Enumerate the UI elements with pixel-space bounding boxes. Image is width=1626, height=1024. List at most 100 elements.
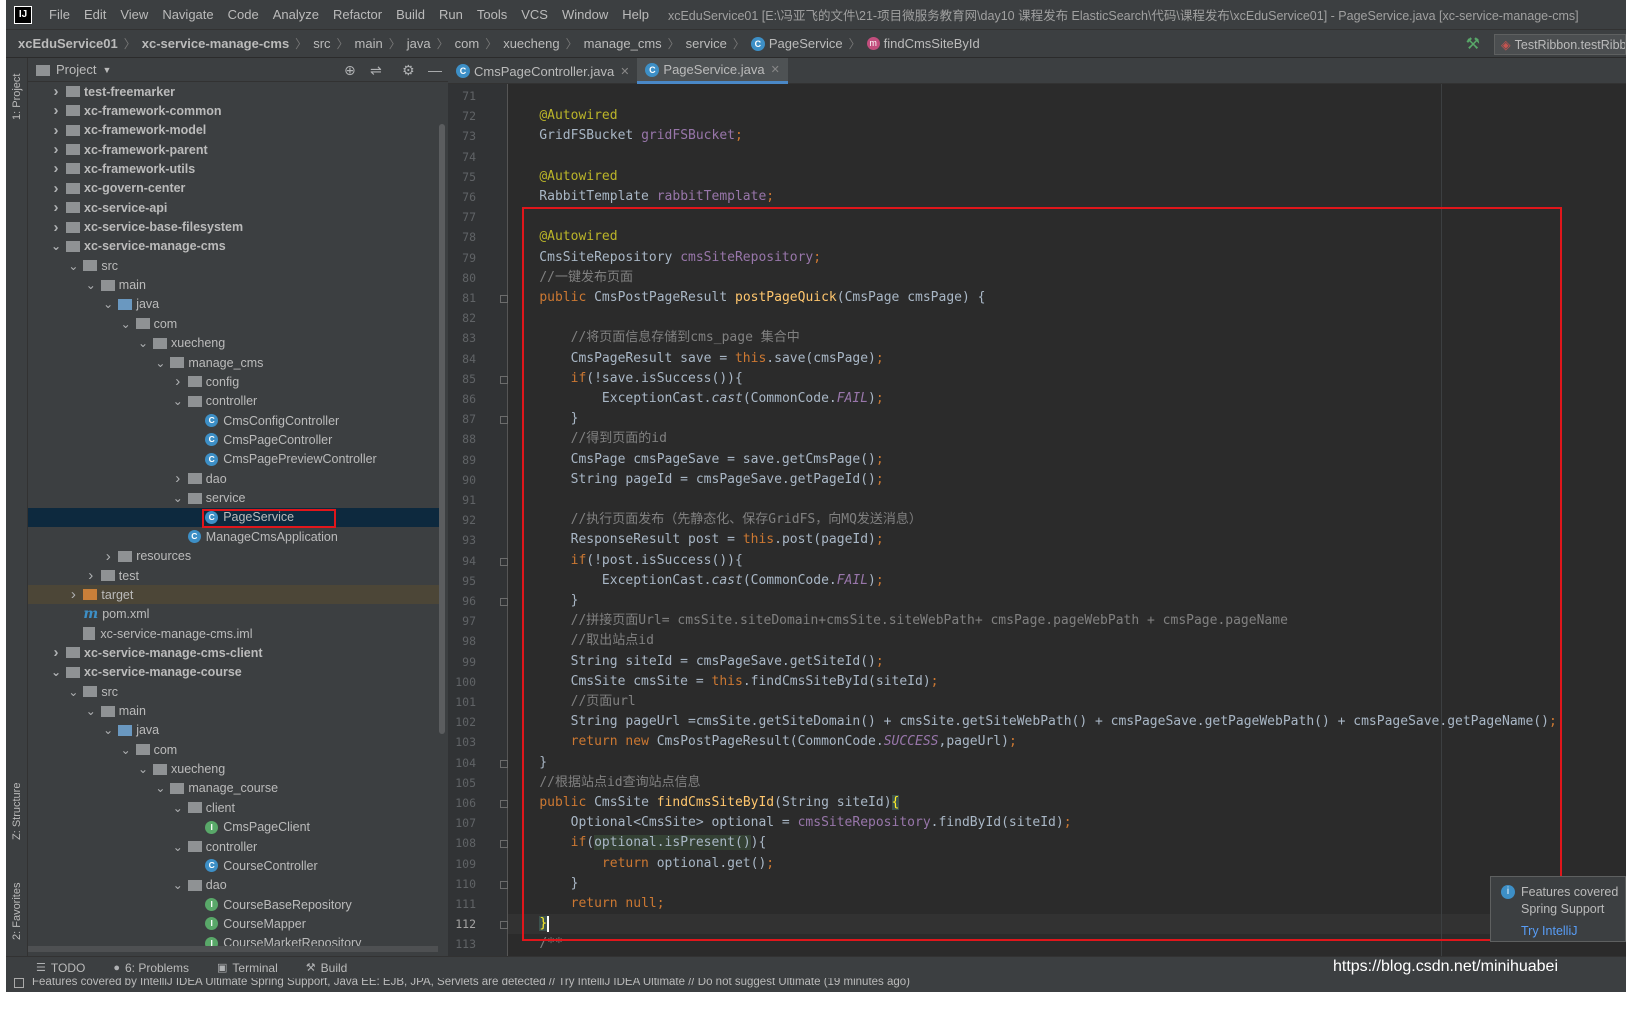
chevron-right-icon[interactable]: › [50, 141, 62, 158]
chevron-down-icon[interactable]: ⌄ [137, 763, 149, 775]
menu-file[interactable]: File [42, 0, 77, 30]
chevron-down-icon[interactable]: ⌄ [137, 337, 149, 349]
tree-item[interactable]: ⌄ xc-service-manage-course [28, 663, 440, 682]
tree-item[interactable]: ⌄ service [28, 489, 440, 508]
tree-item[interactable]: › xc-service-base-filesystem [28, 218, 440, 237]
fold-marker-icon[interactable] [500, 800, 508, 808]
tree-item[interactable]: ⌄ xuecheng [28, 334, 440, 353]
tree-item[interactable]: ⌄ manage_cms [28, 353, 440, 372]
tree-item[interactable]: C CmsConfigController [28, 411, 440, 430]
tree-item[interactable]: I CourseBaseRepository [28, 895, 440, 914]
structure-tool-tab[interactable]: Z: Structure [6, 766, 28, 856]
code-line[interactable]: GridFSBucket gridFSBucket; [508, 126, 1626, 146]
collapse-all-icon[interactable]: ⇌ [370, 62, 382, 79]
tree-item[interactable]: ⌄ main [28, 276, 440, 295]
tree-item[interactable]: C CmsPageController [28, 430, 440, 449]
chevron-right-icon[interactable]: › [172, 470, 184, 487]
menu-view[interactable]: View [113, 0, 155, 30]
chevron-down-icon[interactable]: ⌄ [120, 318, 132, 330]
build-tool-button[interactable]: ⚒ Build [306, 961, 348, 975]
tree-item[interactable]: › target [28, 585, 440, 605]
tree-item[interactable]: ⌄ src [28, 682, 440, 701]
breadcrumb-item[interactable]: manage_cms [584, 36, 662, 51]
tree-item[interactable]: › xc-service-api [28, 198, 440, 217]
todo-tool-button[interactable]: ☰ TODO [36, 961, 85, 975]
menu-edit[interactable]: Edit [77, 0, 113, 30]
chevron-down-icon[interactable]: ⌄ [172, 395, 184, 407]
fold-marker-icon[interactable] [500, 598, 508, 606]
breadcrumb-item[interactable]: xc-service-manage-cms [142, 36, 289, 51]
tree-item[interactable]: ⌄ com [28, 740, 440, 759]
tree-item[interactable]: ⌄ controller [28, 392, 440, 411]
project-tool-tab[interactable]: 1: Project [6, 62, 28, 132]
chevron-down-icon[interactable]: ⌄ [154, 782, 166, 794]
breadcrumb-item[interactable]: service [686, 36, 727, 51]
menu-code[interactable]: Code [221, 0, 266, 30]
tree-item[interactable]: ⌄ controller [28, 837, 440, 856]
menu-vcs[interactable]: VCS [514, 0, 555, 30]
breadcrumb-item[interactable]: java [407, 36, 431, 51]
tree-item[interactable]: › xc-service-manage-cms-client [28, 643, 440, 662]
tree-item[interactable]: ⌄ java [28, 721, 440, 740]
tree-vertical-scrollbar[interactable] [439, 124, 445, 734]
notification-popup[interactable]: i Features covered Spring Support Try In… [1490, 876, 1626, 942]
fold-marker-icon[interactable] [500, 759, 508, 768]
tree-item[interactable]: › xc-govern-center [28, 179, 440, 198]
chevron-right-icon[interactable]: › [50, 122, 62, 139]
tree-item[interactable]: ⌄ manage_course [28, 779, 440, 798]
tree-item[interactable]: m pom.xml [28, 605, 440, 624]
status-message[interactable]: Features covered by IntelliJ IDEA Ultima… [32, 978, 910, 988]
tree-item[interactable]: › xc-framework-parent [28, 140, 440, 159]
fold-marker-icon[interactable] [500, 295, 508, 303]
menu-run[interactable]: Run [432, 0, 470, 30]
chevron-down-icon[interactable]: ▼ [102, 65, 111, 75]
chevron-down-icon[interactable]: ⌄ [172, 492, 184, 504]
tree-item[interactable]: › config [28, 372, 440, 391]
chevron-right-icon[interactable]: › [50, 219, 62, 236]
breadcrumb-item[interactable]: xcEduService01 [18, 36, 118, 51]
chevron-right-icon[interactable]: › [50, 180, 62, 197]
menu-window[interactable]: Window [555, 0, 615, 30]
chevron-right-icon[interactable]: › [67, 586, 79, 603]
breadcrumb-item[interactable]: xuecheng [503, 36, 559, 51]
chevron-down-icon[interactable]: ⌄ [67, 260, 79, 272]
chevron-right-icon[interactable]: › [50, 83, 62, 100]
menu-build[interactable]: Build [389, 0, 432, 30]
chevron-right-icon[interactable]: › [85, 567, 97, 584]
close-icon[interactable]: ✕ [620, 65, 629, 78]
breadcrumb-item[interactable]: main [355, 36, 383, 51]
tree-item[interactable]: I CmsPageClient [28, 818, 440, 837]
favorites-tool-tab[interactable]: 2: Favorites [6, 866, 28, 956]
chevron-right-icon[interactable]: › [50, 199, 62, 216]
tree-item[interactable]: ⌄ main [28, 702, 440, 721]
tree-item[interactable]: I CourseMapper [28, 914, 440, 933]
menu-help[interactable]: Help [615, 0, 656, 30]
menu-refactor[interactable]: Refactor [326, 0, 389, 30]
tree-item[interactable]: C CmsPagePreviewController [28, 450, 440, 469]
menu-navigate[interactable]: Navigate [155, 0, 220, 30]
close-icon[interactable]: ✕ [771, 63, 780, 76]
tree-item[interactable]: xc-service-manage-cms.iml [28, 624, 440, 643]
chevron-down-icon[interactable]: ⌄ [154, 357, 166, 369]
chevron-right-icon[interactable]: › [102, 548, 114, 565]
tree-item[interactable]: › resources [28, 547, 440, 566]
chevron-down-icon[interactable]: ⌄ [120, 744, 132, 756]
tree-item[interactable]: C CourseController [28, 856, 440, 875]
editor-tab[interactable]: C PageService.java ✕ [637, 58, 788, 84]
fold-marker-icon[interactable] [500, 557, 508, 566]
tree-item[interactable]: ⌄ com [28, 314, 440, 333]
build-hammer-icon[interactable]: ⚒ [1466, 34, 1480, 54]
locate-file-icon[interactable]: ⊕ [344, 62, 356, 79]
status-event-icon[interactable] [14, 978, 24, 988]
notification-link[interactable]: Try IntelliJ [1521, 924, 1578, 938]
chevron-down-icon[interactable]: ⌄ [102, 724, 114, 736]
code-line[interactable] [508, 86, 1626, 106]
code-line[interactable]: @Autowired [508, 106, 1626, 126]
fold-marker-icon[interactable] [500, 416, 508, 425]
problems-tool-button[interactable]: ● 6: Problems [113, 961, 189, 975]
tree-item[interactable]: › xc-framework-model [28, 121, 440, 140]
fold-marker-icon[interactable] [500, 375, 508, 384]
code-line[interactable] [508, 147, 1626, 167]
chevron-down-icon[interactable]: ⌄ [172, 802, 184, 814]
chevron-down-icon[interactable]: ⌄ [85, 279, 97, 291]
